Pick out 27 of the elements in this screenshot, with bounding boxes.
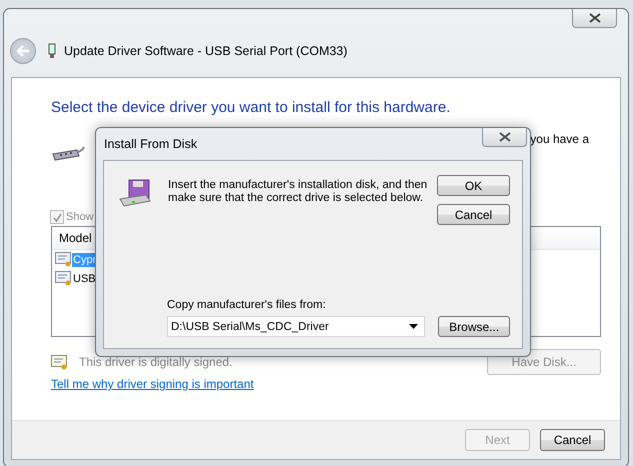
- dialog-button[interactable]: OK: [437, 175, 510, 196]
- close-icon: [588, 13, 602, 23]
- floppy-drive-icon: [118, 179, 152, 209]
- signature-status: This driver is digitally signed.: [79, 355, 234, 369]
- close-icon: [498, 132, 512, 142]
- driver-signing-link[interactable]: Tell me why driver signing is important: [51, 377, 254, 391]
- back-button[interactable]: [10, 38, 36, 64]
- checkbox-label: Show: [66, 211, 94, 223]
- driver-list-item[interactable]: USB: [72, 272, 97, 286]
- close-button[interactable]: [572, 9, 617, 28]
- page-heading: Select the device driver you want to install for this hardware.: [51, 99, 452, 116]
- browse-button[interactable]: Browse...: [438, 316, 510, 337]
- back-arrow-icon: [16, 45, 30, 57]
- window-title: Update Driver Software - USB Serial Port (COM33): [64, 44, 348, 58]
- certificate-icon: [51, 354, 68, 370]
- dialog-message: Insert the manufacturer's installation disk, and then make sure that the correct drive is selected below.: [168, 179, 428, 205]
- dialog-button[interactable]: Cancel: [437, 204, 510, 225]
- certificate-icon: [55, 271, 72, 286]
- close-button[interactable]: [482, 128, 527, 147]
- copy-from-label: Copy manufacturer's files from:: [167, 299, 327, 311]
- dropdown-arrow-icon: [409, 324, 418, 329]
- description-text: you have a: [530, 132, 590, 146]
- usb-plug-icon: [48, 43, 56, 59]
- path-combobox[interactable]: D:\USB Serial\Ms_CDC_Driver: [167, 316, 426, 337]
- dialog-title: Install From Disk: [104, 137, 198, 151]
- certificate-icon: [55, 252, 72, 267]
- wizard-button[interactable]: Cancel: [540, 429, 605, 451]
